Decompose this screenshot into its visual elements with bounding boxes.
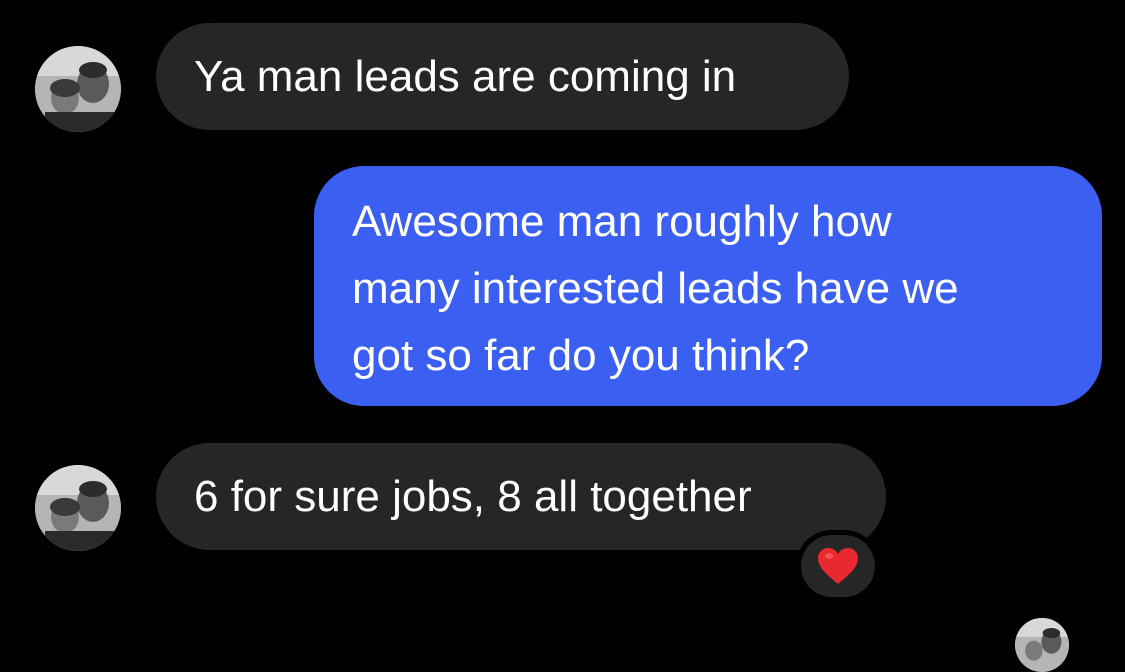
- message-text-line: got so far do you think?: [352, 331, 810, 380]
- red-heart-icon: [818, 548, 858, 584]
- contact-avatar[interactable]: [35, 46, 121, 132]
- message-text: Ya man leads are coming in: [194, 52, 737, 101]
- outgoing-message-bubble[interactable]: Awesome man roughly how many interested …: [314, 166, 1102, 406]
- reaction-badge[interactable]: [796, 530, 880, 602]
- message-text: 6 for sure jobs, 8 all together: [194, 472, 752, 521]
- contact-avatar[interactable]: [35, 465, 121, 551]
- seen-avatar: [1015, 618, 1069, 672]
- avatar-photo: [35, 465, 121, 551]
- avatar-photo: [1015, 618, 1069, 672]
- message-text-line: many interested leads have we: [352, 264, 959, 313]
- incoming-message-bubble[interactable]: 6 for sure jobs, 8 all together: [156, 443, 886, 550]
- message-text-line: Awesome man roughly how: [352, 197, 892, 246]
- avatar-photo: [35, 46, 121, 132]
- incoming-message-bubble[interactable]: Ya man leads are coming in: [156, 23, 849, 130]
